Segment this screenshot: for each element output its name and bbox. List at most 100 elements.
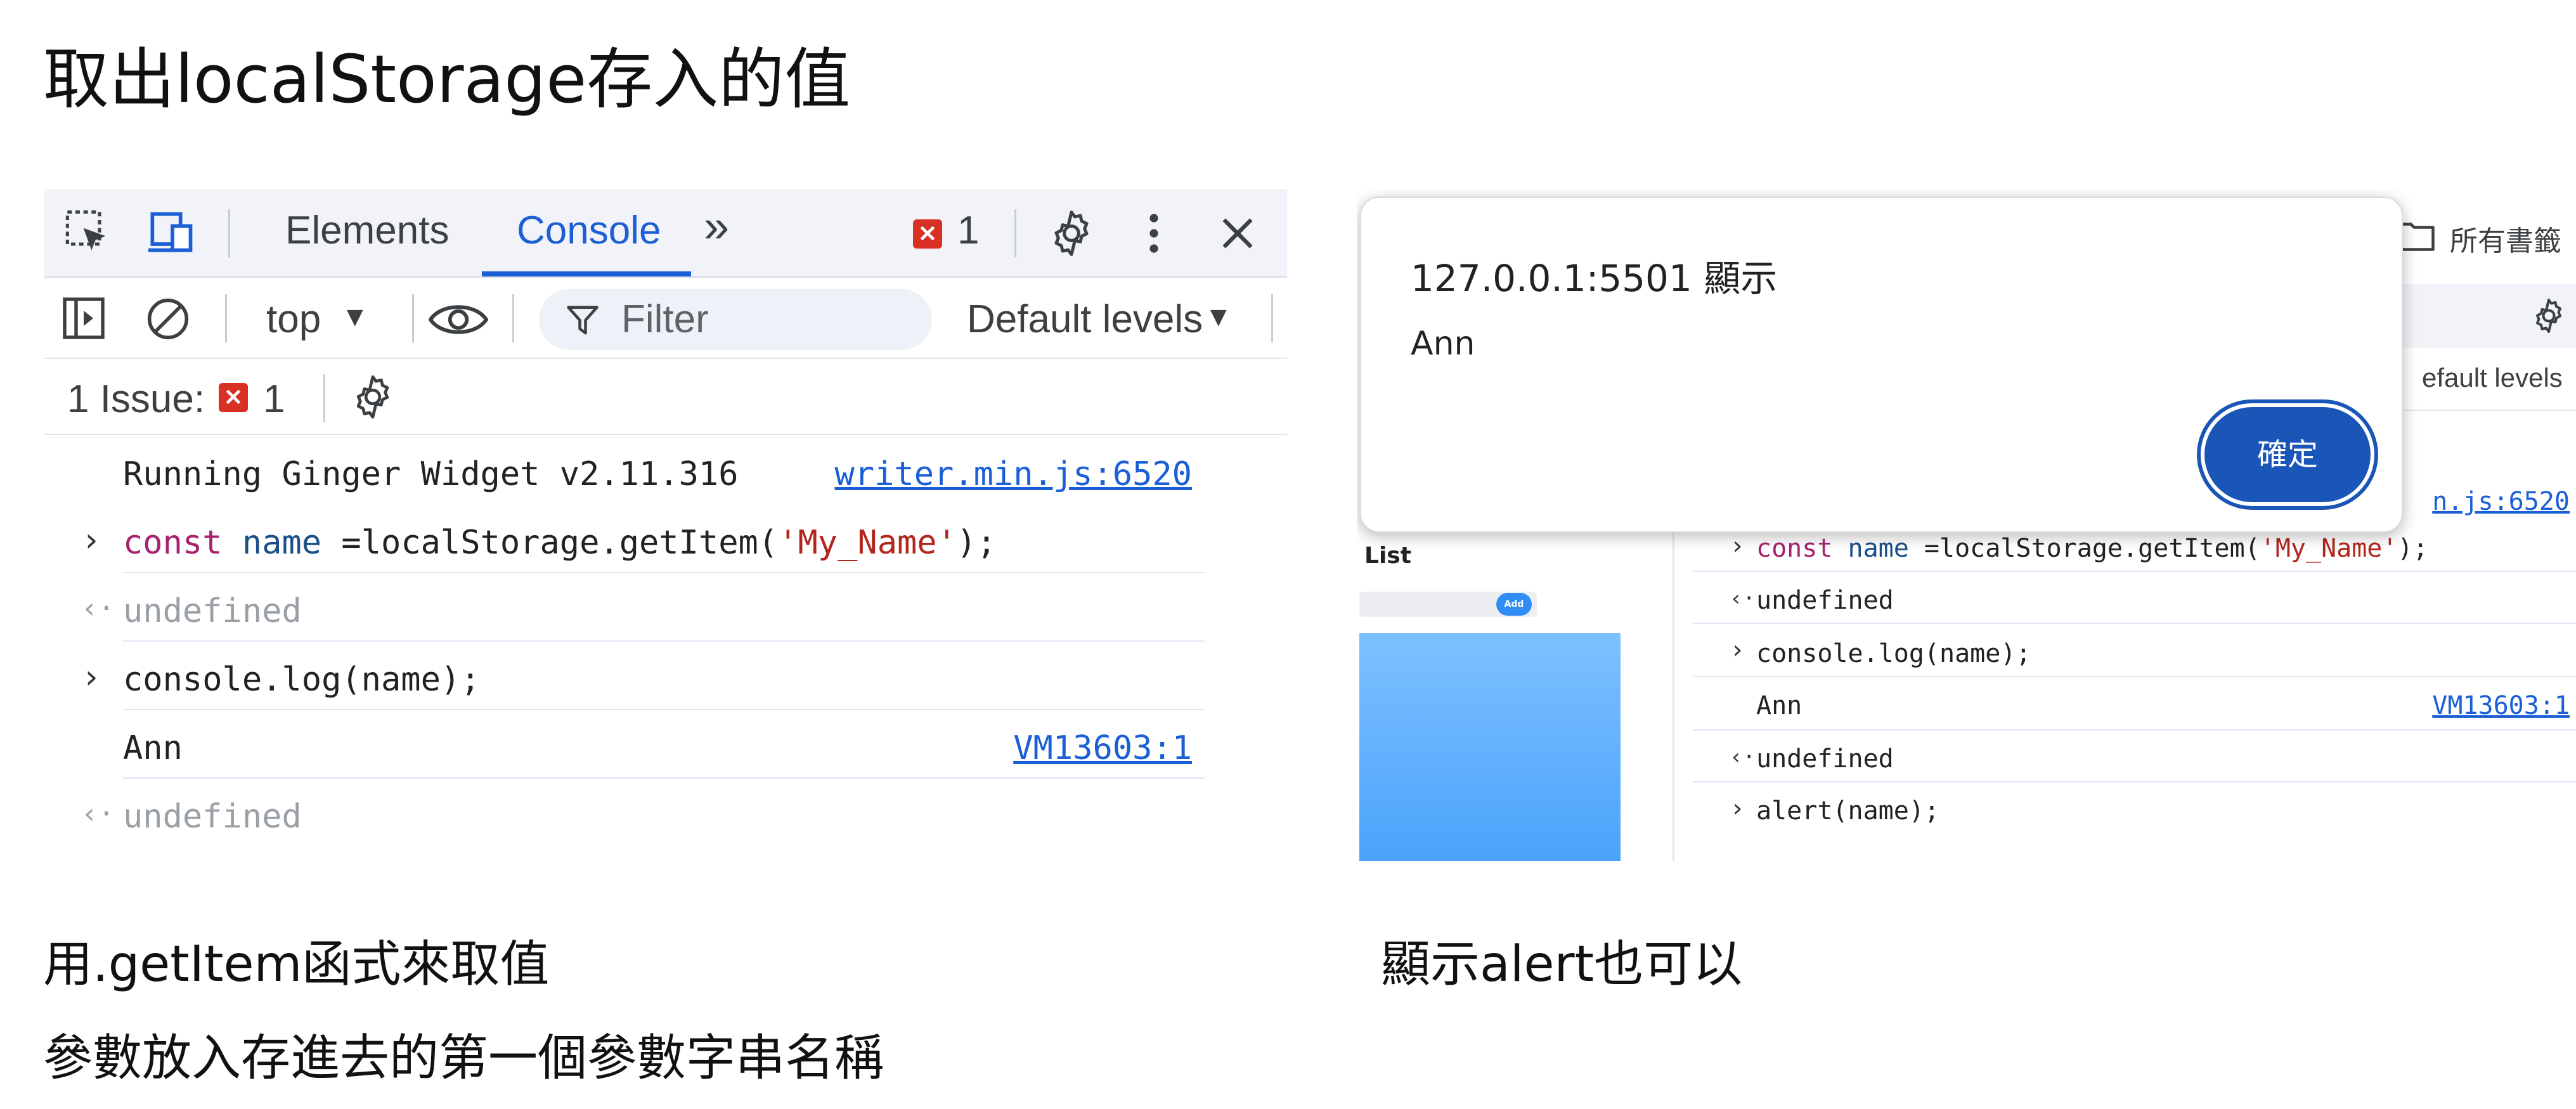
active-tab-indicator <box>482 271 691 276</box>
chevron-down-icon[interactable]: ▼ <box>341 303 369 331</box>
input-prompt-icon: › <box>81 658 101 696</box>
console-log-row: Running Ginger Widget v2.11.316 writer.m… <box>44 436 1287 505</box>
eye-icon[interactable] <box>429 299 488 340</box>
source-link[interactable]: VM13603:1 <box>1013 729 1192 767</box>
console-result-row: ‹· undefined <box>81 779 1205 847</box>
console-result-row: ‹· undefined <box>81 573 1205 642</box>
error-icon[interactable]: ✕ <box>913 219 942 249</box>
code-keyword: const <box>1756 534 1833 563</box>
code-keyword: const <box>123 524 223 562</box>
input-prompt-icon: › <box>1730 794 1745 823</box>
more-options-icon[interactable] <box>1144 211 1163 256</box>
dialog-message: Ann <box>1411 325 1475 363</box>
error-count[interactable]: 1 <box>957 208 979 253</box>
code-line: console.log(name); <box>123 661 481 699</box>
toolbar-divider <box>412 294 414 342</box>
code-end: ); <box>956 524 997 562</box>
settings-gear-icon[interactable] <box>349 373 397 421</box>
card-corner <box>1547 519 1621 633</box>
ok-button[interactable]: 確定 <box>2204 407 2371 502</box>
console-log-row: Ann VM13603:1 <box>1693 677 2576 730</box>
settings-gear-icon[interactable] <box>1046 208 1097 259</box>
console-toolbar: top ▼ Filter Default levels ▼ <box>44 278 1287 359</box>
console-log-row: n.js:6520 <box>2403 468 2576 519</box>
toolbar-divider <box>1271 294 1273 342</box>
console-input-row: › console.log(name); <box>1693 624 2576 677</box>
bookmarks-bar: 所有書籤 <box>2397 189 2576 278</box>
source-link[interactable]: n.js:6520 <box>2432 487 2570 516</box>
settings-gear-icon[interactable] <box>2530 297 2568 335</box>
caption-left-1: 用.getItem函式來取值 <box>43 936 550 993</box>
browser-screenshot: 所有書籤 efault levels n.js:6520 List Add › … <box>1357 189 2576 861</box>
filter-icon <box>567 306 599 335</box>
alert-dialog: 127.0.0.1:5501 顯示 Ann 確定 <box>1360 197 2403 533</box>
error-icon[interactable]: ✕ <box>219 383 248 412</box>
code-string: 'My_Name' <box>778 524 957 562</box>
console-toolbar-partial: efault levels <box>2403 347 2576 411</box>
result-arrow-icon: ‹· <box>81 592 115 625</box>
source-link[interactable]: VM13603:1 <box>2432 691 2570 720</box>
page-divider <box>1673 519 1674 861</box>
issues-label[interactable]: 1 Issue: <box>67 377 205 422</box>
result-value: undefined <box>123 798 302 836</box>
toolbar-divider <box>512 294 514 342</box>
result-value: undefined <box>1756 744 1894 774</box>
code-variable: name <box>242 524 322 562</box>
source-link[interactable]: writer.min.js:6520 <box>834 455 1192 493</box>
console-log-row: Ann VM13603:1 <box>123 710 1205 779</box>
bookmarks-label[interactable]: 所有書籤 <box>2450 218 2561 259</box>
devtools-tab-bar-partial <box>2403 284 2576 347</box>
issues-bar: 1 Issue: ✕ 1 <box>44 359 1287 435</box>
dialog-title: 127.0.0.1:5501 顯示 <box>1411 257 1778 300</box>
console-input-row: › alert(name); <box>1693 782 2576 840</box>
result-value: undefined <box>123 592 302 630</box>
tab-elements[interactable]: Elements <box>285 208 449 253</box>
log-message: Running Ginger Widget v2.11.316 <box>123 455 739 493</box>
code-variable: name <box>1848 534 1909 563</box>
chevron-down-icon[interactable]: ▼ <box>1205 303 1233 331</box>
log-levels-selector[interactable]: Default levels <box>967 297 1203 342</box>
code-call: =localStorage.getItem( <box>321 524 779 562</box>
code-string: 'My_Name' <box>2260 534 2398 563</box>
result-arrow-icon: ‹· <box>1730 586 1756 611</box>
devtools-panel: Elements Console » ✕ 1 top ▼ Filter Defa… <box>44 189 1287 861</box>
slide-title: 取出localStorage存入的值 <box>43 41 851 118</box>
add-button[interactable]: Add <box>1496 593 1532 616</box>
result-arrow-icon: ‹· <box>81 798 115 830</box>
code-line: alert(name); <box>1756 796 1939 826</box>
sidebar-toggle-icon[interactable] <box>61 295 107 341</box>
toolbar-divider <box>1014 209 1016 257</box>
inspect-element-icon[interactable] <box>63 208 112 256</box>
input-prompt-icon: › <box>1730 531 1745 561</box>
list-heading: List <box>1364 543 1411 569</box>
code-line: const name =localStorage.getItem('My_Nam… <box>1756 534 2428 563</box>
code-end: ); <box>2397 534 2428 563</box>
caption-left-2: 參數放入存進去的第一個參數字串名稱 <box>43 1030 884 1087</box>
context-selector[interactable]: top <box>266 297 321 342</box>
close-icon[interactable] <box>1217 213 1258 254</box>
filter-placeholder: Filter <box>621 297 709 341</box>
caption-right: 顯示alert也可以 <box>1381 936 1743 993</box>
log-message: Ann <box>1756 691 1803 720</box>
devtools-tab-bar: Elements Console » ✕ 1 <box>44 189 1287 278</box>
log-levels-selector[interactable]: efault levels <box>2422 363 2563 393</box>
filter-input[interactable]: Filter <box>539 289 932 350</box>
input-prompt-icon: › <box>1730 635 1745 665</box>
console-result-row: ‹· undefined <box>1693 572 2576 624</box>
console-result-row: ‹· undefined <box>1693 730 2576 782</box>
log-message: Ann <box>123 729 183 767</box>
device-toolbar-icon[interactable] <box>146 208 199 256</box>
code-line: console.log(name); <box>1756 639 2031 668</box>
console-input-row: › console.log(name); <box>81 642 1205 710</box>
more-tabs-button[interactable]: » <box>704 200 729 252</box>
blue-card <box>1359 633 1621 861</box>
code-line: const name =localStorage.getItem('My_Nam… <box>123 524 997 562</box>
clear-console-icon[interactable] <box>145 295 191 342</box>
tab-console[interactable]: Console <box>517 208 661 253</box>
input-prompt-icon: › <box>81 521 101 559</box>
result-arrow-icon: ‹· <box>1730 744 1756 770</box>
issues-count[interactable]: 1 <box>263 377 285 422</box>
code-call: =localStorage.getItem( <box>1908 534 2260 563</box>
toolbar-divider <box>228 209 230 257</box>
result-value: undefined <box>1756 586 1894 615</box>
